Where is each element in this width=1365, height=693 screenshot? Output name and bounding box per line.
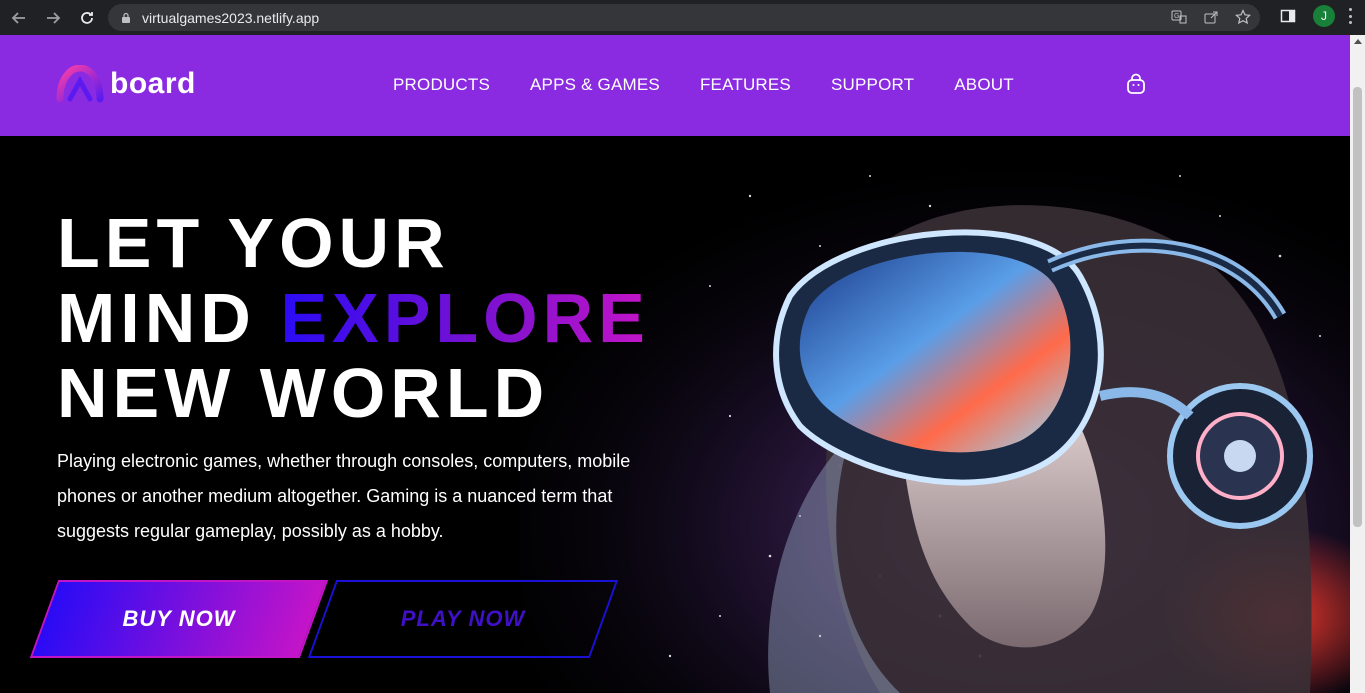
reload-icon <box>81 11 93 24</box>
headline-line-2: MIND <box>57 279 256 357</box>
profile-avatar[interactable]: J <box>1313 5 1335 27</box>
play-now-label: PLAY NOW <box>400 606 526 631</box>
reload-button[interactable] <box>72 3 102 33</box>
lock-icon <box>122 12 130 23</box>
logo-arch-icon <box>56 65 104 103</box>
main-nav: PRODUCTS APPS & GAMES FEATURES SUPPORT A… <box>393 75 1014 95</box>
svg-text:G: G <box>1174 13 1179 20</box>
nav-features[interactable]: FEATURES <box>700 75 791 95</box>
headline-line-1: LET YOUR <box>57 204 450 282</box>
forward-icon <box>47 11 61 24</box>
translate-icon[interactable]: G <box>1170 8 1188 26</box>
shopping-bag-icon[interactable] <box>1125 73 1147 95</box>
headline-highlight: EXPLORE <box>280 279 650 357</box>
browser-toolbar: virtualgames2023.netlify.app G J <box>0 0 1365 35</box>
web-page: board PRODUCTS APPS & GAMES FEATURES SUP… <box>0 35 1350 693</box>
site-logo[interactable]: board <box>56 65 196 103</box>
scrollbar-thumb[interactable] <box>1353 87 1362 527</box>
nav-support[interactable]: SUPPORT <box>831 75 914 95</box>
star-icon[interactable] <box>1234 8 1252 26</box>
hero-headline: LET YOUR MIND EXPLORE NEW WORLD <box>57 206 650 431</box>
back-button[interactable] <box>4 3 34 33</box>
play-now-button[interactable]: PLAY NOW <box>307 580 619 658</box>
headline-line-3: NEW WORLD <box>57 354 550 432</box>
nav-products[interactable]: PRODUCTS <box>393 75 490 95</box>
side-panel-icon[interactable] <box>1277 5 1299 27</box>
address-bar[interactable]: virtualgames2023.netlify.app G <box>108 4 1260 31</box>
share-icon[interactable] <box>1202 8 1220 26</box>
url-text: virtualgames2023.netlify.app <box>142 9 320 26</box>
forward-button[interactable] <box>38 3 68 33</box>
nav-apps-games[interactable]: APPS & GAMES <box>530 75 660 95</box>
buy-now-label: BUY NOW <box>122 606 236 631</box>
buy-now-button[interactable]: BUY NOW <box>29 580 329 658</box>
site-header: board PRODUCTS APPS & GAMES FEATURES SUP… <box>0 35 1350 136</box>
nav-about[interactable]: ABOUT <box>954 75 1014 95</box>
menu-icon[interactable] <box>1349 8 1353 24</box>
hero-section: LET YOUR MIND EXPLORE NEW WORLD Playing … <box>0 136 1350 693</box>
scroll-up-arrow-icon[interactable] <box>1354 39 1362 44</box>
hero-description: Playing electronic games, whether throug… <box>57 451 631 541</box>
back-icon <box>11 11 25 24</box>
page-scrollbar[interactable] <box>1350 35 1365 693</box>
logo-text: board <box>110 67 196 100</box>
